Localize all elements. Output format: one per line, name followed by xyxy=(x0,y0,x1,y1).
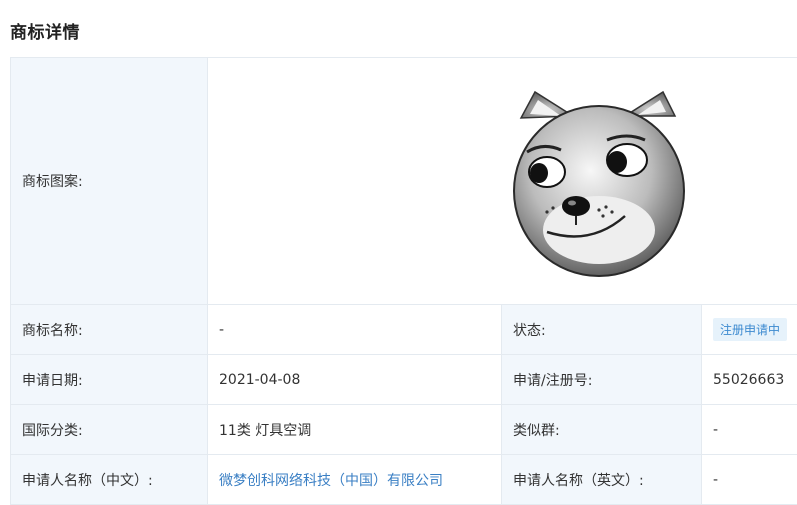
field-value: - xyxy=(702,455,797,505)
field-label: 申请人名称（中文）: xyxy=(11,455,208,505)
table-row: 商标名称: - 状态: 注册申请中 xyxy=(11,305,797,355)
trademark-image-label: 商标图案: xyxy=(11,58,208,305)
applicant-link-cell: 微梦创科网络科技（中国）有限公司 xyxy=(208,455,502,505)
field-label: 状态: xyxy=(502,305,702,355)
field-label: 申请日期: xyxy=(11,355,208,405)
status-cell: 注册申请中 xyxy=(702,305,797,355)
table-row: 申请日期: 2021-04-08 申请/注册号: 55026663 xyxy=(11,355,797,405)
field-value: 2021-04-08 xyxy=(208,355,502,405)
field-label: 申请人名称（英文）: xyxy=(502,455,702,505)
field-label: 商标名称: xyxy=(11,305,208,355)
field-label: 申请/注册号: xyxy=(502,355,702,405)
field-value: 11类 灯具空调 xyxy=(208,405,502,455)
shiba-dog-logo-icon xyxy=(503,80,695,280)
trademark-detail-table: 商标图案: xyxy=(10,57,797,505)
field-label: 类似群: xyxy=(502,405,702,455)
image-row: 商标图案: xyxy=(11,58,797,305)
table-row: 申请人名称（中文）: 微梦创科网络科技（中国）有限公司 申请人名称（英文）: - xyxy=(11,455,797,505)
field-value: - xyxy=(208,305,502,355)
page-title: 商标详情 xyxy=(10,18,80,43)
status-badge: 注册申请中 xyxy=(713,318,787,341)
field-label: 国际分类: xyxy=(11,405,208,455)
applicant-name-link[interactable]: 微梦创科网络科技（中国）有限公司 xyxy=(219,473,443,489)
field-value: 55026663 xyxy=(702,355,797,405)
trademark-image-cell xyxy=(208,58,797,305)
table-row: 国际分类: 11类 灯具空调 类似群: - xyxy=(11,405,797,455)
field-value: - xyxy=(702,405,797,455)
